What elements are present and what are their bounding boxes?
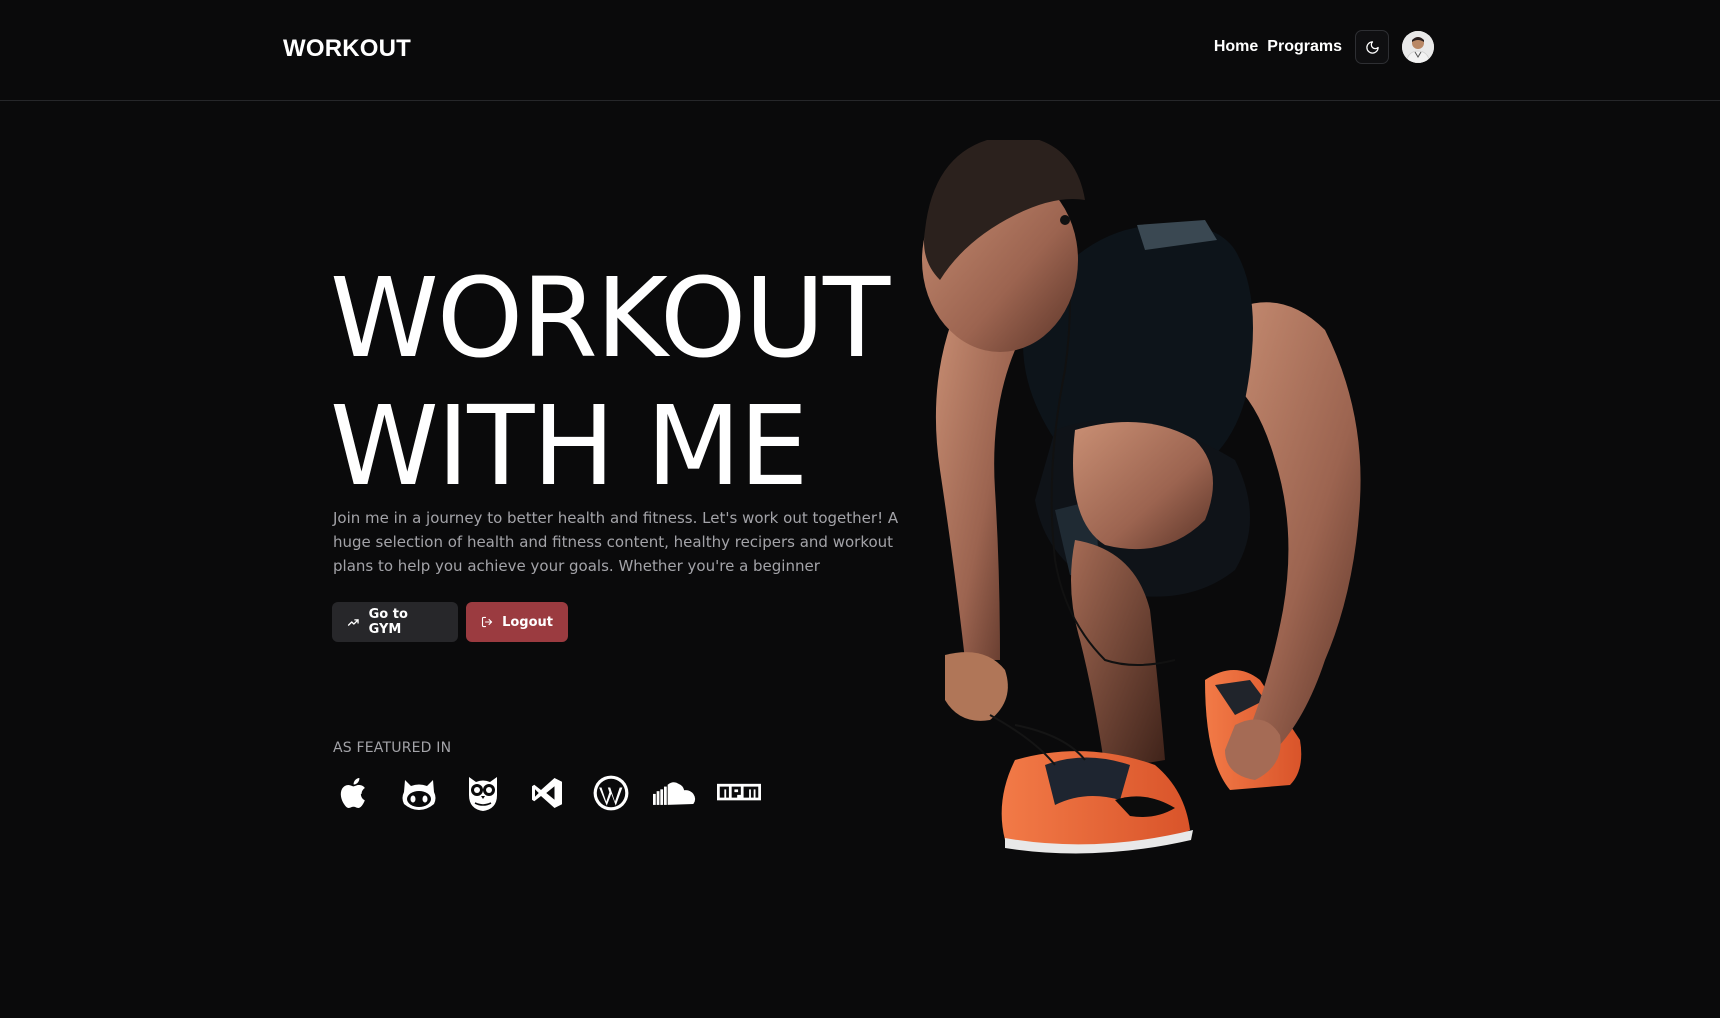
nav-link-home[interactable]: Home (1214, 38, 1258, 56)
hootsuite-icon (461, 773, 505, 813)
hero-title-line2: WITH ME (330, 382, 809, 510)
github-icon (397, 773, 441, 813)
nav-link-programs[interactable]: Programs (1267, 38, 1342, 56)
go-to-gym-label: Go to GYM (368, 607, 408, 637)
logout-label: Logout (502, 614, 553, 630)
trending-up-icon (347, 618, 359, 626)
soundcloud-icon (653, 773, 697, 813)
avatar-image (1402, 31, 1434, 63)
navbar: WORKOUT Home Programs (0, 0, 1720, 101)
athlete-image (922, 140, 1361, 854)
featured-label: AS FEATURED IN (333, 740, 452, 756)
hero-title-line1: WORKOUT (330, 254, 890, 382)
nav-links: Home Programs (1214, 29, 1434, 65)
visual-studio-icon (525, 773, 569, 813)
logout-icon (481, 616, 493, 628)
npm-icon (717, 773, 761, 813)
apple-icon (333, 773, 377, 813)
user-avatar[interactable] (1402, 31, 1434, 63)
logout-button[interactable]: Logout (466, 602, 568, 642)
wordpress-icon (589, 773, 633, 813)
hero-subtitle: Join me in a journey to better health an… (333, 509, 899, 575)
moon-icon (1365, 40, 1379, 54)
featured-logos (333, 773, 781, 813)
go-to-gym-button[interactable]: Go to GYM (332, 602, 458, 642)
site-logo[interactable]: WORKOUT (283, 35, 411, 63)
hero-title: WORKOUT WITH ME (330, 254, 890, 510)
theme-toggle-button[interactable] (1355, 30, 1389, 64)
